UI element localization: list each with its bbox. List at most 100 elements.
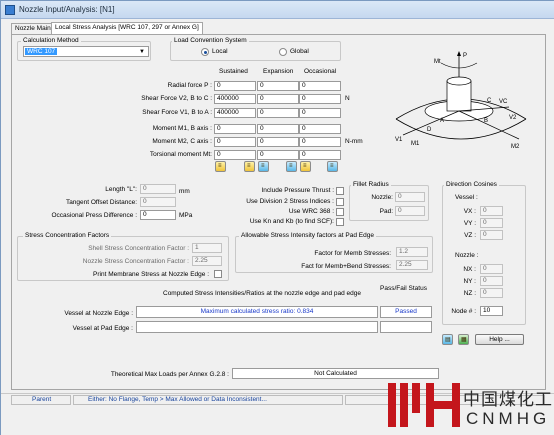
print-membrane-checkbox[interactable]: [214, 270, 222, 278]
use-kn-kb-checkbox[interactable]: [336, 218, 344, 226]
torsion-expansion-input[interactable]: 0: [257, 150, 299, 160]
radial-occasional-input[interactable]: 0: [299, 81, 341, 91]
ny-label: NY :: [463, 278, 476, 285]
watermark-chinese: 中国煤化工: [463, 390, 553, 409]
vessel-cosines-label: Vessel :: [455, 194, 478, 201]
vy-input[interactable]: 0: [480, 218, 503, 228]
torsion-occasional-input[interactable]: 0: [299, 150, 341, 160]
calc-method-label: Calculation Method: [21, 37, 81, 44]
diagram-label-m1: M1: [411, 141, 420, 147]
vz-label: VZ :: [464, 232, 476, 239]
calc-method-select[interactable]: WRC 107 ▼: [23, 46, 149, 57]
nx-input[interactable]: 0: [480, 264, 503, 274]
v2-expansion-input[interactable]: 0: [257, 94, 299, 104]
moment-unit: N-mm: [345, 138, 363, 145]
include-thrust-label: Include Pressure Thrust :: [261, 187, 335, 194]
use-wrc368-checkbox[interactable]: [336, 208, 344, 216]
m1-sustained-input[interactable]: 0: [214, 124, 256, 134]
fillet-nozzle-label: Nozzle:: [371, 194, 393, 201]
occasional-load-icon[interactable]: ≡: [300, 161, 311, 172]
nozzle-edge-result-text: Maximum calculated stress ratio: 0.834: [200, 308, 314, 315]
direction-cosines-label: Direction Cosines: [444, 181, 499, 188]
nozzle-body: [446, 80, 472, 112]
pad-edge-status: [380, 321, 432, 333]
vz-input[interactable]: 0: [480, 230, 503, 240]
v1-occasional-input[interactable]: 0: [299, 108, 341, 118]
v1-sustained-input[interactable]: 400000: [214, 108, 256, 118]
p-arrowhead: [457, 51, 461, 56]
local-radio[interactable]: [201, 48, 209, 56]
fillet-radius-label: Fillet Radius: [351, 181, 391, 188]
memb-factor-input[interactable]: 1.2: [396, 247, 428, 257]
nozzle-edge-result: Maximum calculated stress ratio: 0.834: [136, 306, 378, 318]
diagram-label-d: D: [427, 127, 432, 133]
app-icon: [5, 5, 15, 15]
help-button[interactable]: Help ...: [475, 334, 524, 345]
logo-bar-6: [452, 383, 460, 427]
allowable-label: Allowable Stress Intensity factors at Pa…: [239, 232, 376, 239]
shell-scf-label: Shell Stress Concentration Factor :: [88, 245, 189, 252]
use-wrc368-label: Use WRC 368 :: [288, 208, 334, 215]
v2-sustained-input[interactable]: 400000: [214, 94, 256, 104]
shell-scf-input[interactable]: 1: [192, 243, 222, 253]
bend-factor-input[interactable]: 2.25: [396, 260, 428, 270]
force-unit: N: [345, 95, 350, 102]
v1-expansion-input[interactable]: 0: [257, 108, 299, 118]
load-label-m2: Moment M2, C axis :: [152, 138, 212, 145]
load-label-v1: Shear Force V1, B to A :: [142, 109, 212, 116]
use-div2-checkbox[interactable]: [336, 198, 344, 206]
watermark-latin: CNMHG: [466, 409, 551, 428]
nozzle-edge-status-text: Passed: [395, 308, 417, 315]
include-thrust-checkbox[interactable]: [336, 187, 344, 195]
max-loads-value: Not Calculated: [232, 368, 439, 379]
spreadsheet-icon[interactable]: ▦: [458, 334, 469, 345]
diagram-label-c: C: [487, 98, 492, 104]
nz-input[interactable]: 0: [480, 288, 503, 298]
m2-sustained-input[interactable]: 0: [214, 137, 256, 147]
vx-input[interactable]: 0: [480, 206, 503, 216]
expansion-calc-icon[interactable]: ≡: [286, 161, 297, 172]
occ-press-unit: MPa: [179, 212, 193, 219]
diagram-label-mt: Mt: [434, 59, 441, 65]
load-convention-group: [170, 41, 341, 61]
node-label: Node # :: [451, 308, 476, 315]
logo-bar-2: [400, 383, 408, 427]
length-input[interactable]: 0: [140, 184, 176, 194]
v2-occasional-input[interactable]: 0: [299, 94, 341, 104]
sustained-load-icon[interactable]: ≡: [244, 161, 255, 172]
length-label: Length "L":: [105, 186, 137, 193]
m2-occasional-input[interactable]: 0: [299, 137, 341, 147]
m1-occasional-input[interactable]: 0: [299, 124, 341, 134]
print-membrane-label: Print Membrane Stress at Nozzle Edge :: [93, 271, 209, 278]
radial-expansion-input[interactable]: 0: [257, 81, 299, 91]
max-loads-label: Theoretical Max Loads per Annex G.2.8 :: [110, 371, 229, 378]
nozzle-scf-input[interactable]: 2.25: [192, 256, 222, 266]
torsion-sustained-input[interactable]: 0: [214, 150, 256, 160]
radial-sustained-input[interactable]: 0: [214, 81, 256, 91]
length-unit: mm: [179, 188, 190, 195]
nozzle-top: [446, 76, 472, 86]
fillet-nozzle-input[interactable]: 0: [395, 192, 425, 202]
node-input[interactable]: 10: [480, 306, 503, 316]
occ-press-input[interactable]: 0: [140, 210, 176, 220]
global-radio[interactable]: [279, 48, 287, 56]
diagram-label-m2: M2: [511, 144, 520, 150]
sustained-calc-icon[interactable]: ≡: [215, 161, 226, 172]
load-label-torsion: Torsional moment Mt:: [149, 151, 212, 158]
occasional-calc-icon[interactable]: ≡: [327, 161, 338, 172]
fillet-pad-input[interactable]: 0: [395, 206, 425, 216]
export-icon[interactable]: ▤: [442, 334, 453, 345]
vessel-bottom-edge: [395, 118, 527, 140]
ny-input[interactable]: 0: [480, 276, 503, 286]
m2-expansion-input[interactable]: 0: [257, 137, 299, 147]
chevron-down-icon: ▼: [139, 49, 145, 55]
status-parent: Parent: [11, 395, 71, 405]
expansion-load-icon[interactable]: ≡: [258, 161, 269, 172]
occ-press-label: Occasional Press Difference :: [51, 212, 138, 219]
m1-expansion-input[interactable]: 0: [257, 124, 299, 134]
tangent-offset-input[interactable]: 0: [140, 197, 176, 207]
nozzle-scf-label: Nozzle Stress Concentration Factor :: [82, 258, 189, 265]
pad-edge-label: Vessel at Pad Edge :: [72, 325, 133, 332]
diagram-label-p: P: [463, 53, 467, 59]
nozzle-edge-label: Vessel at Nozzle Edge :: [64, 310, 133, 317]
